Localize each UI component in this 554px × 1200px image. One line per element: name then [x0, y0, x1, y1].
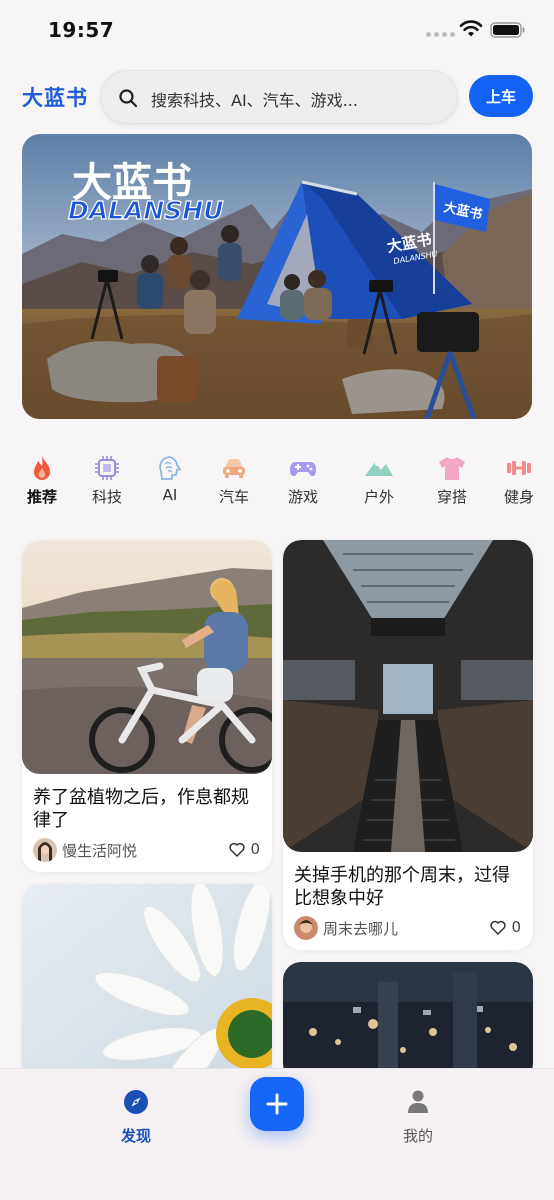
- tab-label: 游戏: [287, 488, 318, 506]
- chip-icon: [95, 456, 119, 480]
- like-count: 0: [511, 918, 521, 936]
- app-logo[interactable]: 大蓝书: [22, 82, 88, 112]
- like-button[interactable]: 0: [490, 918, 521, 936]
- tab-label: 健身: [503, 488, 534, 506]
- battery-icon: [490, 22, 525, 38]
- gamepad-icon: [290, 462, 316, 477]
- header: 大蓝书 搜索科技、AI、汽车、游戏... 上车: [0, 66, 554, 126]
- tab-recommend[interactable]: 推荐: [12, 452, 72, 512]
- tab-label: 户外: [363, 488, 394, 506]
- card-author: 慢生活阿悦: [62, 842, 138, 860]
- heart-icon: [490, 920, 507, 935]
- user-icon: [408, 1090, 428, 1113]
- tab-ai[interactable]: AI: [140, 452, 200, 512]
- tshirt-icon: [439, 457, 465, 480]
- feed-card[interactable]: 养了盆植物之后，作息都规律了 慢生活阿悦 0: [22, 540, 272, 872]
- feed-card[interactable]: 关掉手机的那个周末，过得比想象中好 周末去哪儿 0: [283, 540, 533, 950]
- tab-label: AI: [162, 486, 178, 504]
- compass-icon: [124, 1090, 148, 1114]
- wifi-icon: [459, 20, 483, 37]
- plus-icon: [266, 1093, 288, 1115]
- brain-icon: [159, 456, 182, 480]
- nav-mine[interactable]: 我的: [388, 1087, 448, 1151]
- board-button[interactable]: 上车: [469, 75, 533, 117]
- like-button[interactable]: 0: [229, 840, 260, 858]
- card-title: 养了盆植物之后，作息都规律了: [33, 787, 249, 831]
- avatar[interactable]: [294, 916, 318, 940]
- tab-label: 汽车: [218, 488, 249, 506]
- tab-label: 推荐: [26, 488, 57, 506]
- tab-fitness[interactable]: 健身: [489, 452, 549, 512]
- tab-games[interactable]: 游戏: [273, 452, 333, 512]
- card-title: 关掉手机的那个周末，过得比想象中好: [294, 865, 510, 909]
- banner-image: 大蓝书 DALANSHU 大蓝书 DALANSHU 大蓝书: [22, 134, 532, 419]
- tab-outdoor[interactable]: 户外: [349, 452, 409, 512]
- card-image: [283, 962, 533, 1082]
- category-tabs: 推荐 科技 AI 汽车 游戏 户外 穿搭 健身: [0, 452, 554, 512]
- banner-subtitle: DALANSHU: [68, 196, 224, 225]
- dumbbell-icon: [507, 461, 531, 475]
- search-input[interactable]: 搜索科技、AI、汽车、游戏...: [100, 70, 458, 124]
- tab-tech[interactable]: 科技: [77, 452, 137, 512]
- signal-dots-icon: [426, 32, 455, 37]
- avatar[interactable]: [33, 838, 57, 862]
- bottom-nav: 发现 我的: [0, 1068, 554, 1200]
- nav-label: 发现: [120, 1127, 151, 1145]
- card-image: [283, 540, 533, 852]
- card-image: [22, 884, 272, 1084]
- nav-discover[interactable]: 发现: [106, 1087, 166, 1151]
- card-image: [22, 540, 272, 774]
- search-icon: [119, 89, 138, 108]
- status-time: 19:57: [48, 18, 115, 42]
- feed-card[interactable]: [283, 962, 533, 1082]
- flame-icon: [34, 456, 50, 480]
- heart-icon: [229, 842, 246, 857]
- mountain-icon: [365, 462, 393, 476]
- card-author: 周末去哪儿: [323, 920, 399, 938]
- car-icon: [223, 459, 245, 478]
- hero-banner[interactable]: 大蓝书 DALANSHU 大蓝书 DALANSHU 大蓝书: [22, 134, 532, 419]
- like-count: 0: [250, 840, 260, 858]
- tab-label: 穿搭: [436, 488, 467, 506]
- status-bar: 19:57: [0, 0, 554, 60]
- tab-fashion[interactable]: 穿搭: [422, 452, 482, 512]
- nav-label: 我的: [402, 1127, 433, 1145]
- feed-card[interactable]: [22, 884, 272, 1084]
- tab-label: 科技: [91, 488, 122, 506]
- tab-car[interactable]: 汽车: [204, 452, 264, 512]
- search-placeholder: 搜索科技、AI、汽车、游戏...: [151, 91, 358, 110]
- add-post-button[interactable]: [250, 1077, 304, 1131]
